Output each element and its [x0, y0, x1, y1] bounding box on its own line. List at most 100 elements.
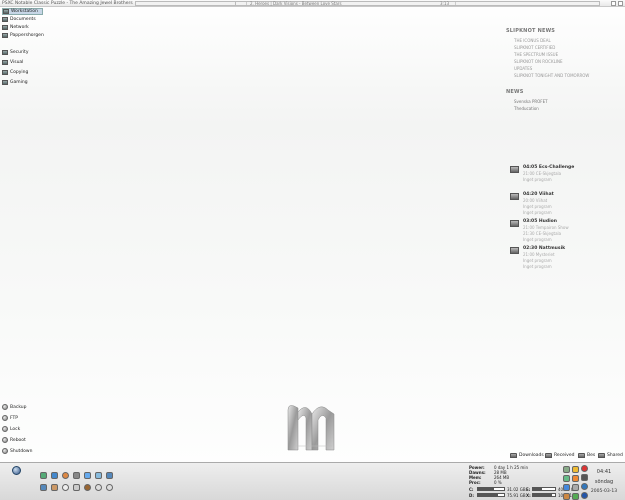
menu-item-pappershorgen[interactable]: Pappershorgen: [2, 32, 44, 39]
quicklaunch-app-icon[interactable]: [106, 472, 113, 479]
quicklaunch-app-icon[interactable]: [106, 484, 113, 491]
copy-icon: [2, 70, 8, 75]
menu-item-workstation[interactable]: Workstation: [2, 8, 43, 15]
menu-label: Gaming: [10, 80, 28, 85]
tray-app-icon[interactable]: [572, 475, 579, 482]
tray-app-icon[interactable]: [581, 465, 588, 472]
shield-icon: [2, 50, 8, 55]
quicklaunch-app-icon[interactable]: [95, 484, 102, 491]
tray-app-icon[interactable]: [572, 484, 579, 491]
tv-title: 02:30 Nattmusik: [523, 246, 566, 251]
tv-line: Inget program: [523, 210, 552, 215]
menu-label: Copying: [10, 70, 29, 75]
tray-app-icon[interactable]: [572, 493, 579, 500]
tray-app-icon[interactable]: [563, 493, 570, 500]
tv-icon: [510, 220, 519, 227]
minimize-icon[interactable]: [611, 1, 616, 6]
gamepad-icon: [2, 80, 8, 85]
folder-downloads[interactable]: Downloads: [510, 452, 544, 459]
folder-shared[interactable]: Shared: [598, 452, 623, 459]
tray-app-icon[interactable]: [572, 466, 579, 473]
tv-line: 21:00 CE-Skjegtala: [523, 171, 562, 176]
quicklaunch-app-icon[interactable]: [73, 472, 80, 479]
clock-time[interactable]: 04:41: [593, 469, 615, 475]
tv-line: 21:30 CE-Skjegtala: [523, 231, 562, 236]
news2-link[interactable]: Svenska PROFET: [514, 99, 548, 104]
quicklaunch-app-icon[interactable]: [62, 472, 69, 479]
action-backup[interactable]: Backup: [2, 403, 27, 411]
menu-item-visual[interactable]: Visual: [2, 59, 23, 66]
drive-bar: [477, 493, 505, 497]
action-label: Lock: [10, 426, 21, 432]
lock-icon: [2, 426, 8, 432]
backup-icon: [2, 404, 8, 410]
drive-label: D:: [469, 493, 474, 498]
action-label: Backup: [10, 404, 27, 410]
news-link[interactable]: SLIPKNOT TONIGHT AND TOMORROW: [514, 73, 589, 78]
folder-received[interactable]: Received: [545, 452, 574, 459]
tv-title: 04:20 Viihat: [523, 192, 554, 197]
drive-label: X:: [526, 493, 531, 498]
close-icon[interactable]: [618, 1, 623, 6]
action-label: Shutdown: [10, 448, 33, 454]
tray-app-icon[interactable]: [563, 475, 570, 482]
quicklaunch-app-icon[interactable]: [51, 484, 58, 491]
top-bar: PSXC Notable Classic Puzzle - The Amazin…: [0, 0, 625, 7]
tv-line: 21:00 Tempairon Show: [523, 225, 569, 230]
action-label: FTP: [10, 415, 18, 421]
menu-label: Pappershorgen: [10, 33, 44, 38]
clock-weekday: söndag: [594, 479, 614, 485]
drive-label: E:: [526, 487, 531, 492]
news-link[interactable]: THE SPECTRUM ISSUE: [514, 52, 558, 57]
tv-icon: [510, 166, 519, 173]
folder-bes[interactable]: Bes: [578, 452, 595, 459]
news-link[interactable]: SLIPKNOT ON ROCKLINE: [514, 59, 563, 64]
wm-logo: [287, 405, 335, 451]
action-lock[interactable]: Lock: [2, 425, 20, 433]
reboot-icon: [2, 437, 8, 443]
news-link[interactable]: SLIPKNOT CERTIFIED: [514, 45, 555, 50]
window-controls: [611, 1, 623, 6]
action-reboot[interactable]: Reboot: [2, 436, 26, 444]
menu-item-network[interactable]: Network: [2, 24, 29, 31]
media-progress-track[interactable]: [135, 1, 600, 6]
tv-line: Inget program: [523, 264, 552, 269]
menu-label: Visual: [10, 60, 24, 65]
tv-title: 03:05 Hudion: [523, 219, 557, 224]
action-ftp[interactable]: FTP: [2, 414, 18, 422]
tray-app-icon[interactable]: [581, 474, 588, 481]
network-icon: [2, 25, 8, 30]
quicklaunch-app-icon[interactable]: [51, 472, 58, 479]
action-shutdown[interactable]: Shutdown: [2, 447, 32, 455]
tv-line: 21:00 Mysteriet: [523, 252, 555, 257]
quicklaunch-app-icon[interactable]: [62, 484, 69, 491]
news2-heading: NEWS: [506, 89, 524, 95]
tray-app-icon[interactable]: [563, 466, 570, 473]
quicklaunch-app-icon[interactable]: [40, 472, 47, 479]
tray-app-icon[interactable]: [581, 492, 588, 499]
menu-item-gaming[interactable]: Gaming: [2, 79, 28, 86]
news-link[interactable]: UPDATES: [514, 66, 532, 71]
quicklaunch-app-icon[interactable]: [73, 484, 80, 491]
tray-app-icon[interactable]: [581, 483, 588, 490]
menu-label: Documents: [10, 17, 36, 22]
menu-item-documents[interactable]: Documents: [2, 16, 36, 23]
downloads-folder-icon: [510, 453, 517, 458]
start-orb-icon[interactable]: [12, 466, 21, 475]
ftp-icon: [2, 415, 8, 421]
tv-line: Inget program: [523, 258, 552, 263]
quicklaunch-app-icon[interactable]: [40, 484, 47, 491]
tray-app-icon[interactable]: [563, 484, 570, 491]
sysinfo-value: 0 %: [494, 480, 502, 485]
quicklaunch-app-icon[interactable]: [84, 484, 91, 491]
menu-item-copying[interactable]: Copying: [2, 69, 28, 76]
quicklaunch-app-icon[interactable]: [95, 472, 102, 479]
menu-label: Workstation: [11, 9, 38, 14]
bes-folder-icon: [578, 453, 585, 458]
drive-value: 75.91 GB: [507, 493, 526, 498]
news2-link[interactable]: Theducation: [514, 106, 539, 111]
quicklaunch-app-icon[interactable]: [84, 472, 91, 479]
menu-item-security[interactable]: Security: [2, 49, 28, 56]
media-song: 2. Heroes | Dark Visions - Between Love …: [250, 1, 342, 6]
news-link[interactable]: THE ICONUS DEAL: [514, 38, 551, 43]
